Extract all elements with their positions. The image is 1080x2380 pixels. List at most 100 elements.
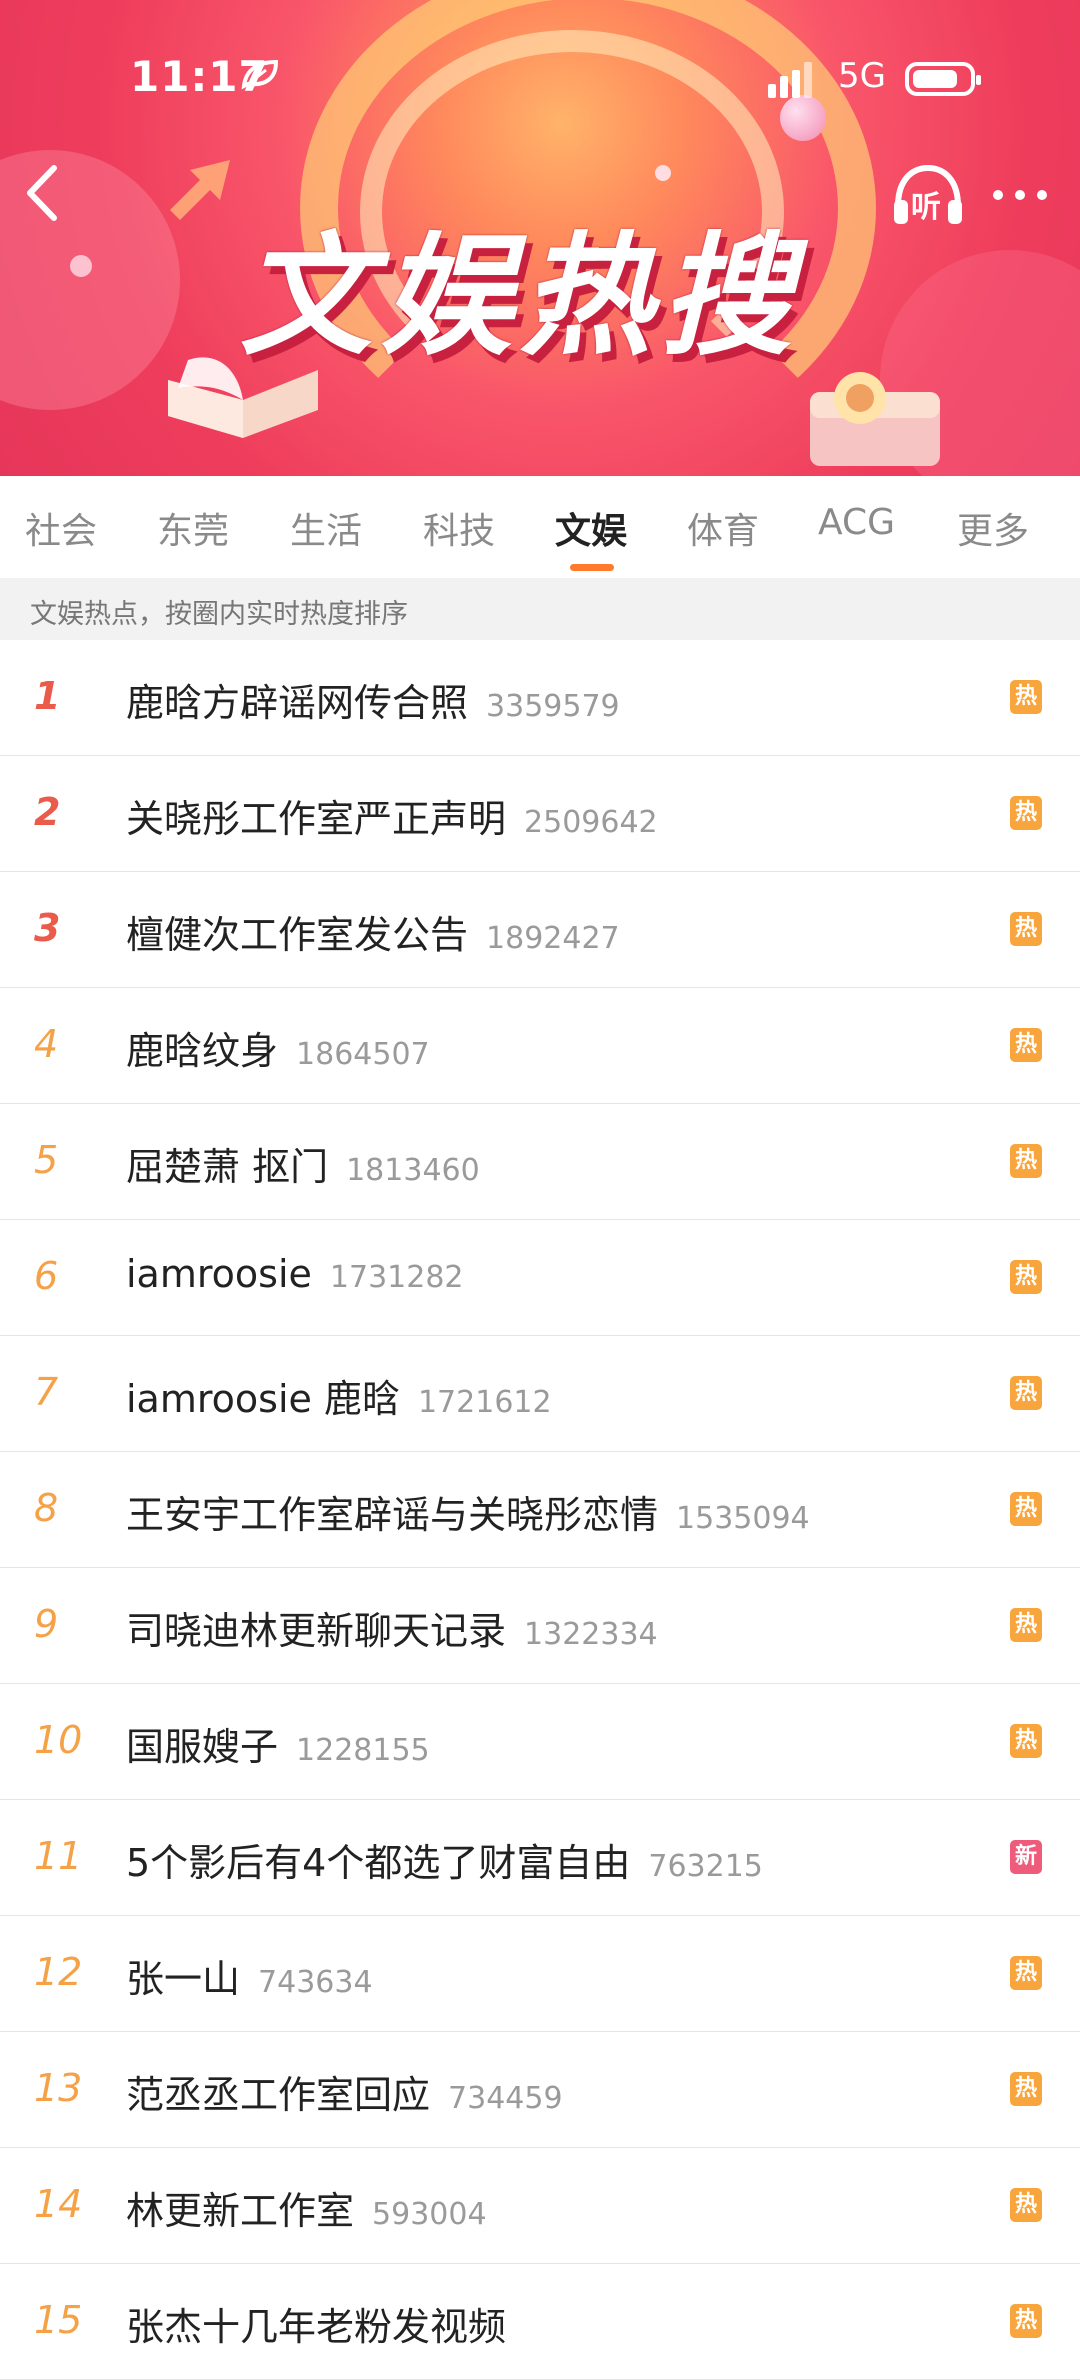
battery-icon — [905, 62, 981, 96]
hot-badge: 热 — [1010, 1028, 1042, 1062]
list-item[interactable]: 14 林更新工作室 593004 热 — [0, 2148, 1080, 2264]
rank-number: 7 — [34, 1370, 59, 1414]
hot-badge: 热 — [1010, 1724, 1042, 1758]
category-tabs: 社会 东莞 生活 科技 文娱 体育 ACG 更多 — [0, 476, 1080, 578]
list-item[interactable]: 5 屈楚萧 抠门 1813460 热 — [0, 1104, 1080, 1220]
page-title: 文娱热搜 — [240, 220, 800, 374]
hot-badge: 热 — [1010, 796, 1042, 830]
item-title: 范丞丞工作室回应 734459 — [126, 2073, 563, 2117]
rank-number: 4 — [34, 1022, 59, 1066]
tab-dongguan[interactable]: 东莞 — [157, 502, 229, 554]
heat-count: 1535094 — [676, 1501, 810, 1536]
list-item[interactable]: 12 张一山 743634 热 — [0, 1916, 1080, 2032]
item-title: iamroosie 鹿晗 1721612 — [126, 1377, 552, 1421]
heat-count: 1731282 — [329, 1260, 464, 1295]
ranking-notice: 文娱热点，按圈内实时热度排序 — [0, 578, 1080, 640]
item-title: 鹿晗方辟谣网传合照 3359579 — [126, 681, 620, 725]
list-item[interactable]: 7 iamroosie 鹿晗 1721612 热 — [0, 1336, 1080, 1452]
hot-badge: 热 — [1010, 2072, 1042, 2106]
list-item[interactable]: 9 司晓迪林更新聊天记录 1322334 热 — [0, 1568, 1080, 1684]
heat-count: 763215 — [648, 1849, 763, 1884]
item-title: 屈楚萧 抠门 1813460 — [126, 1145, 480, 1189]
leaf-icon — [241, 59, 279, 90]
heat-count: 2509642 — [524, 805, 658, 840]
list-item[interactable]: 1 鹿晗方辟谣网传合照 3359579 热 — [0, 640, 1080, 756]
hot-badge: 热 — [1010, 1956, 1042, 1990]
heat-count: 1322334 — [524, 1617, 658, 1652]
item-title: iamroosie 1731282 — [126, 1252, 464, 1296]
rank-number: 5 — [34, 1138, 59, 1182]
item-title: 张一山 743634 — [126, 1957, 373, 2001]
list-item[interactable]: 4 鹿晗纹身 1864507 热 — [0, 988, 1080, 1104]
list-item[interactable]: 8 王安宇工作室辟谣与关晓彤恋情 1535094 热 — [0, 1452, 1080, 1568]
heat-count: 1892427 — [486, 921, 620, 956]
item-title: 5个影后有4个都选了财富自由 763215 — [126, 1841, 763, 1885]
heat-count: 1813460 — [346, 1153, 480, 1188]
rank-number: 6 — [34, 1254, 59, 1298]
rank-number: 2 — [34, 790, 61, 834]
hot-badge: 热 — [1010, 1376, 1042, 1410]
rank-number: 3 — [34, 906, 61, 950]
hot-search-list: 1 鹿晗方辟谣网传合照 3359579 热 2 关晓彤工作室严正声明 2509642… — [0, 640, 1080, 2380]
hot-badge: 热 — [1010, 2188, 1042, 2222]
list-item[interactable]: 11 5个影后有4个都选了财富自由 763215 新 — [0, 1800, 1080, 1916]
rank-number: 15 — [34, 2298, 83, 2342]
new-badge: 新 — [1010, 1840, 1042, 1874]
heat-count: 1721612 — [417, 1385, 552, 1420]
dot-decoration — [655, 165, 671, 181]
hot-badge: 热 — [1010, 912, 1042, 946]
hot-badge: 热 — [1010, 1260, 1042, 1294]
header-banner: 11:17 5G 听 文娱热搜 — [0, 0, 1080, 476]
rank-number: 11 — [34, 1834, 83, 1878]
list-item[interactable]: 6 iamroosie 1731282 热 — [0, 1220, 1080, 1336]
tab-tech[interactable]: 科技 — [423, 502, 495, 554]
list-item[interactable]: 2 关晓彤工作室严正声明 2509642 热 — [0, 756, 1080, 872]
list-item[interactable]: 15 张杰十几年老粉发视频 热 — [0, 2264, 1080, 2380]
tab-sports[interactable]: 体育 — [687, 502, 759, 554]
active-tab-indicator — [570, 564, 614, 571]
tab-life[interactable]: 生活 — [290, 502, 362, 554]
listen-label: 听 — [911, 190, 941, 225]
heat-count: 1228155 — [296, 1733, 430, 1768]
rank-number: 13 — [34, 2066, 83, 2110]
notice-text: 文娱热点，按圈内实时热度排序 — [30, 599, 408, 630]
hot-badge: 热 — [1010, 1492, 1042, 1526]
item-title: 国服嫂子 1228155 — [126, 1725, 430, 1769]
rank-number: 10 — [34, 1718, 83, 1762]
item-title: 檀健次工作室发公告 1892427 — [126, 913, 620, 957]
list-item[interactable]: 13 范丞丞工作室回应 734459 热 — [0, 2032, 1080, 2148]
listen-button[interactable]: 听 — [888, 160, 968, 230]
tab-social[interactable]: 社会 — [25, 502, 97, 554]
hot-badge: 热 — [1010, 2304, 1042, 2338]
heat-count: 593004 — [372, 2197, 487, 2232]
item-title: 林更新工作室 593004 — [126, 2189, 487, 2233]
dot-decoration — [70, 255, 92, 277]
hot-badge: 热 — [1010, 1144, 1042, 1178]
hot-badge: 热 — [1010, 680, 1042, 714]
tab-entertainment[interactable]: 文娱 — [555, 502, 627, 554]
item-title: 张杰十几年老粉发视频 — [126, 2305, 507, 2349]
item-title: 鹿晗纹身 1864507 — [126, 1029, 430, 1073]
back-arrow-icon[interactable] — [18, 158, 64, 228]
tab-more[interactable]: 更多 — [957, 502, 1029, 554]
more-options-icon[interactable] — [990, 180, 1050, 210]
heat-count: 1864507 — [296, 1037, 430, 1072]
list-item[interactable]: 10 国服嫂子 1228155 热 — [0, 1684, 1080, 1800]
list-item[interactable]: 3 檀健次工作室发公告 1892427 热 — [0, 872, 1080, 988]
hot-badge: 热 — [1010, 1608, 1042, 1642]
item-title: 关晓彤工作室严正声明 2509642 — [126, 797, 658, 841]
rank-number: 12 — [34, 1950, 83, 1994]
item-title: 司晓迪林更新聊天记录 1322334 — [126, 1609, 658, 1653]
heat-count: 734459 — [448, 2081, 563, 2116]
rank-number: 1 — [34, 674, 61, 718]
planet-decoration — [780, 95, 826, 141]
item-title: 王安宇工作室辟谣与关晓彤恋情 1535094 — [126, 1493, 810, 1537]
tab-acg[interactable]: ACG — [818, 502, 895, 543]
rank-number: 14 — [34, 2182, 83, 2226]
rank-number: 8 — [34, 1486, 59, 1530]
heat-count: 743634 — [258, 1965, 373, 2000]
network-type: 5G — [838, 56, 886, 96]
arrow-decoration-icon — [170, 160, 230, 220]
rank-number: 9 — [34, 1602, 59, 1646]
signal-icon — [768, 62, 812, 98]
